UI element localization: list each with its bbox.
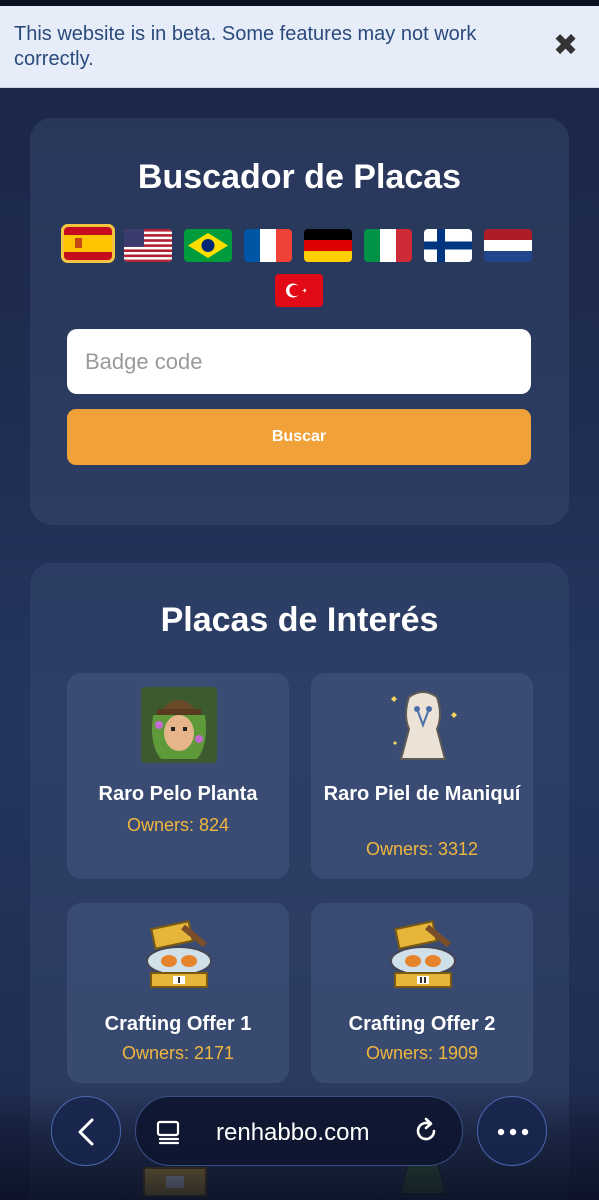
badge-code-input[interactable]: [67, 329, 531, 394]
interest-title: Placas de Interés: [160, 601, 439, 639]
badge-search-card: Buscador de Placas Badge code Buscar: [30, 118, 569, 525]
more-dots-icon: [497, 1128, 529, 1136]
url-text: renhabbo.com: [216, 1119, 370, 1146]
italy-flag-icon[interactable]: [364, 229, 412, 262]
beta-banner: This website is in beta. Some features m…: [0, 6, 599, 88]
netherlands-flag-icon[interactable]: [484, 229, 532, 262]
turkey-flag-icon[interactable]: [275, 274, 323, 307]
badge-owners: Owners: 824: [126, 815, 230, 835]
badge-tile[interactable]: Raro Piel de Maniquí Owners: 3312: [311, 673, 533, 879]
mannequin-badge-icon: [391, 691, 457, 760]
back-button[interactable]: [51, 1096, 121, 1166]
badge-owners: Owners: 2171: [121, 1043, 235, 1063]
close-icon[interactable]: ✖: [553, 31, 578, 61]
reload-icon[interactable]: [412, 1117, 440, 1145]
plant-hair-badge-icon: [141, 687, 217, 763]
beta-banner-text: This website is in beta. Some features m…: [14, 23, 477, 70]
france-flag-icon[interactable]: [244, 229, 292, 262]
badge-name: Raro Piel de Maniquí: [323, 783, 521, 805]
chevron-left-icon: [78, 1118, 94, 1146]
finland-flag-icon[interactable]: [424, 229, 472, 262]
crafting-chest-1-badge-icon: [146, 920, 212, 988]
address-bar[interactable]: renhabbo.com: [135, 1096, 463, 1166]
spain-flag-icon[interactable]: [61, 224, 115, 263]
search-button[interactable]: Buscar: [67, 409, 531, 465]
germany-flag-icon[interactable]: [304, 229, 352, 262]
badge-owners: Owners: 3312: [365, 839, 479, 859]
search-title: Buscador de Placas: [137, 158, 462, 196]
badge-name: Crafting Offer 2: [348, 1013, 496, 1035]
badge-tile[interactable]: Raro Pelo Planta Owners: 824: [67, 673, 289, 879]
crafting-chest-2-badge-icon: [390, 920, 456, 988]
brazil-flag-icon[interactable]: [184, 229, 232, 262]
more-button[interactable]: [477, 1096, 547, 1166]
badge-name: Crafting Offer 1: [104, 1013, 252, 1035]
badge-owners: Owners: 1909: [365, 1043, 479, 1063]
badge-name: Raro Pelo Planta: [98, 783, 258, 805]
badge-tile[interactable]: Crafting Offer 1 Owners: 2171: [67, 903, 289, 1083]
reader-mode-icon[interactable]: [156, 1119, 182, 1145]
browser-toolbar: renhabbo.com: [0, 1090, 599, 1200]
usa-flag-icon[interactable]: [124, 229, 172, 262]
badge-tile[interactable]: Crafting Offer 2 Owners: 1909: [311, 903, 533, 1083]
